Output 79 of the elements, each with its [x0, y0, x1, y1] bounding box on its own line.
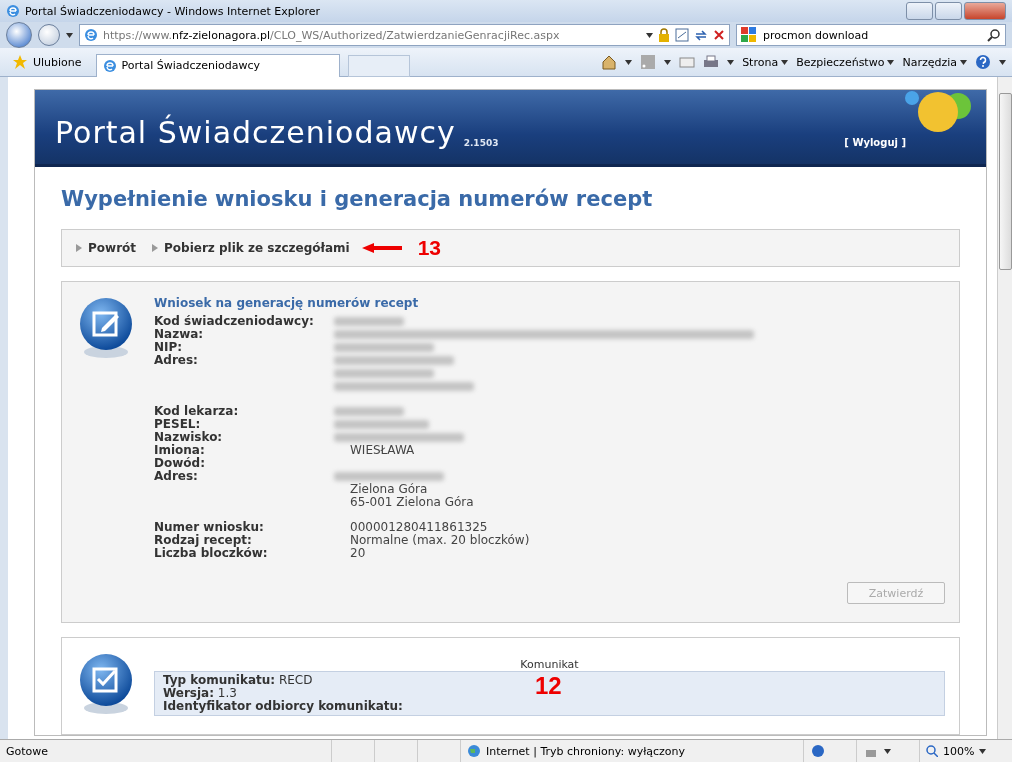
window-title: Portal Świadczeniodawcy - Windows Internet Explorer: [25, 4, 322, 18]
field-label: Numer wniosku:: [154, 521, 265, 534]
caret-icon: [960, 59, 967, 65]
card-title: Wniosek na generację numerów recept: [154, 296, 420, 310]
field-label: Adres:: [154, 470, 199, 485]
field-label: Imiona:: [154, 444, 206, 457]
field-label: Kod lekarza:: [154, 405, 240, 418]
stop-icon: [713, 29, 725, 41]
printer-icon[interactable]: [703, 54, 720, 70]
triangle-icon: [152, 244, 159, 252]
caret-icon: [999, 59, 1006, 65]
caret-icon: [781, 59, 789, 65]
annotation-arrow-icon: [361, 243, 402, 253]
globe-icon: [467, 744, 481, 758]
field-value: 000001280411861325: [349, 521, 489, 534]
globe-e-icon: [102, 58, 117, 73]
page-heading: Wypełnienie wniosku i generacja numerów recept: [61, 187, 654, 211]
scrollbar[interactable]: [997, 77, 1012, 739]
field-value: Zielona Góra: [349, 483, 429, 496]
field-label: Rodzaj recept:: [154, 534, 252, 547]
message-field: Typ komunikatu: RECD: [163, 674, 313, 687]
command-menu[interactable]: Strona: [742, 55, 789, 69]
message-field: Wersja: 1.3: [163, 687, 237, 700]
caret-icon: [884, 748, 891, 754]
field-label: Nazwisko:: [154, 431, 224, 444]
caret-icon: [887, 59, 895, 65]
field-label: PESEL:: [154, 418, 202, 431]
version-number: 2.1503: [463, 138, 499, 148]
refresh-icon: [694, 28, 708, 42]
field-label: NIP:: [154, 341, 184, 354]
field-label: Dowód:: [154, 457, 206, 470]
maximize-button[interactable]: [935, 2, 962, 20]
back-button[interactable]: [6, 22, 32, 48]
favorites-button[interactable]: Ulubione: [6, 52, 88, 72]
search-field[interactable]: procmon download: [736, 24, 1006, 46]
caret-icon: [664, 59, 672, 65]
new-tab-button[interactable]: [347, 55, 410, 77]
globe-e-icon: [6, 4, 20, 18]
minimize-button[interactable]: [906, 2, 933, 20]
compatibility-icon: [675, 28, 689, 42]
help-icon[interactable]: [975, 54, 991, 70]
field-label: Liczba bloczków:: [154, 547, 269, 560]
nav-link[interactable]: Powrót: [76, 241, 137, 255]
squares-logo-icon: [741, 27, 757, 43]
command-menu[interactable]: Narzędzia: [902, 55, 967, 69]
command-menu[interactable]: Bezpieczeństwo: [796, 55, 895, 69]
close-button[interactable]: [964, 2, 1006, 20]
star-icon: [12, 54, 28, 70]
logout-link[interactable]: [ Wyloguj ]: [844, 137, 906, 148]
annotation-number: 12: [535, 672, 562, 700]
field-value: 65-001 Zielona Góra: [349, 496, 475, 509]
field-value: 20: [349, 547, 367, 560]
search-icon: [987, 28, 1001, 42]
zoom-icon: [926, 745, 938, 757]
site-brand: Portal Świadczeniodawcy: [55, 115, 456, 150]
caret-icon: [979, 748, 987, 754]
nav-link[interactable]: Pobierz plik ze szczegółami: [152, 241, 350, 255]
browser-tab[interactable]: Portal Świadczeniodawcy: [95, 53, 340, 77]
address-field[interactable]: https://www.nfz-zielonagora.pl/CLO_WS/Authorized/ZatwierdzanieGenracjiRec.aspx: [79, 24, 730, 46]
field-label: Adres:: [154, 354, 199, 369]
globe-e-icon: [84, 28, 98, 42]
message-field: Identyfikator odbiorcy komunikatu:: [163, 700, 403, 713]
annotation-number: 13: [417, 236, 441, 260]
zone-text: Internet | Tryb chroniony: wyłączony: [486, 744, 686, 758]
field-label: Kod świadczeniodawcy:: [154, 315, 315, 328]
field-value: Normalne (max. 20 bloczków): [349, 534, 531, 547]
padlock-icon: [658, 28, 670, 42]
caret-icon: [727, 59, 735, 65]
field-value: WIESŁAWA: [349, 444, 416, 457]
message-caption: Komunikat: [519, 658, 580, 671]
caret-icon: [625, 59, 633, 65]
field-label: Nazwa:: [154, 328, 204, 341]
caret-icon: [646, 32, 653, 38]
caret-icon: [66, 32, 73, 38]
zoom-level[interactable]: 100%: [943, 744, 975, 758]
status-text: Gotowe: [5, 744, 50, 758]
home-icon[interactable]: [601, 54, 618, 70]
triangle-icon: [76, 244, 82, 252]
forward-button[interactable]: [38, 24, 60, 46]
